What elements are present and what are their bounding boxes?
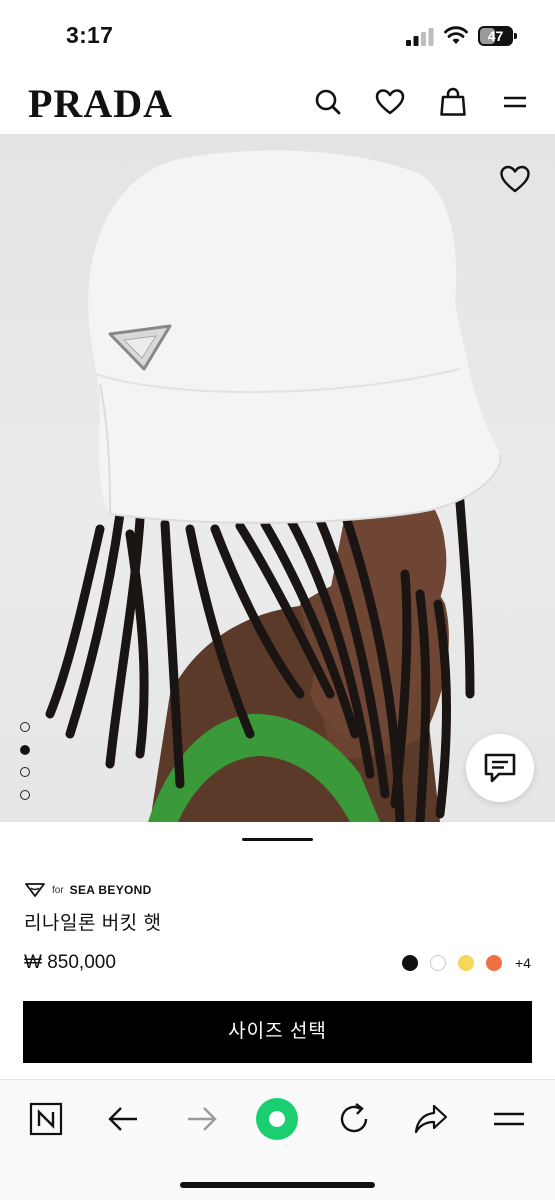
- product-name: 리나일론 버킷 햇: [24, 913, 162, 934]
- heart-icon[interactable]: [374, 86, 406, 118]
- badge-prefix: for: [52, 884, 64, 896]
- color-swatch[interactable]: [458, 955, 474, 971]
- naver-n-icon[interactable]: [23, 1096, 69, 1142]
- color-swatches: +4: [402, 955, 531, 971]
- product-photo: [45, 150, 502, 822]
- more-colors-count[interactable]: +4: [515, 955, 531, 971]
- shopping-bag-icon[interactable]: [437, 86, 469, 118]
- color-swatch[interactable]: [430, 955, 446, 971]
- select-size-button[interactable]: 사이즈 선택: [23, 1001, 532, 1063]
- prada-logo[interactable]: PRADA: [28, 80, 173, 127]
- battery-icon: 47: [478, 26, 518, 46]
- status-time: 3:17: [66, 22, 114, 48]
- browser-menu-icon[interactable]: [486, 1096, 532, 1142]
- product-price: ₩ 850,000: [24, 952, 116, 973]
- favorite-heart-icon[interactable]: [498, 162, 532, 196]
- carousel-dot[interactable]: [20, 789, 30, 800]
- battery-level: 47: [487, 28, 504, 44]
- sea-beyond-logo-icon: [25, 883, 45, 897]
- chat-button[interactable]: [466, 734, 534, 802]
- search-icon[interactable]: [312, 86, 344, 118]
- carousel-dot[interactable]: [20, 744, 30, 755]
- home-green-icon[interactable]: [254, 1096, 300, 1142]
- chat-icon: [484, 753, 516, 783]
- share-icon[interactable]: [408, 1096, 454, 1142]
- carousel-indicator: [20, 722, 34, 812]
- sea-beyond-badge: for SEA BEYOND: [24, 880, 152, 900]
- site-header: PRADA: [0, 72, 555, 134]
- sheet-handle[interactable]: [242, 838, 313, 841]
- menu-icon[interactable]: [499, 86, 531, 118]
- color-swatch[interactable]: [486, 955, 502, 971]
- home-indicator: [180, 1182, 375, 1188]
- back-arrow-icon[interactable]: [101, 1096, 147, 1142]
- carousel-dot[interactable]: [20, 722, 30, 732]
- wifi-icon: [444, 26, 468, 44]
- status-bar: 3:17 47: [0, 0, 555, 72]
- refresh-icon[interactable]: [331, 1096, 377, 1142]
- carousel-dot[interactable]: [20, 767, 30, 777]
- cellular-signal-icon: [406, 28, 434, 46]
- forward-arrow-icon[interactable]: [178, 1096, 224, 1142]
- browser-toolbar: [0, 1079, 555, 1200]
- badge-label: SEA BEYOND: [69, 883, 152, 897]
- color-swatch[interactable]: [402, 955, 418, 971]
- product-image-carousel[interactable]: [0, 134, 555, 822]
